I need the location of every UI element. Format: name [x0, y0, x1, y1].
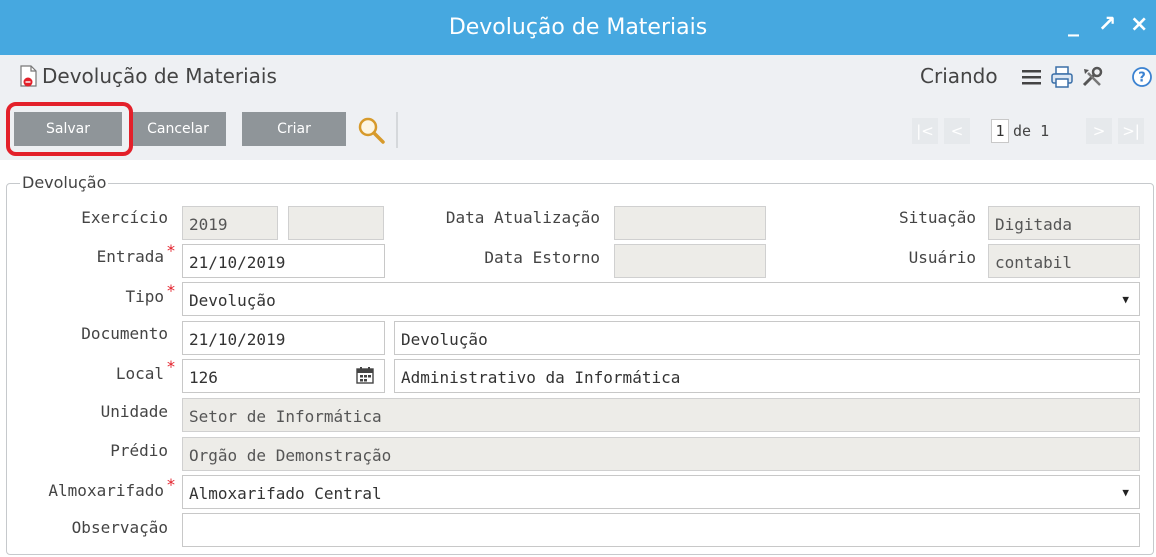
- svg-text:?: ?: [1138, 71, 1146, 86]
- tools-icon[interactable]: [1080, 65, 1104, 89]
- cancel-button[interactable]: Cancelar: [130, 112, 226, 146]
- form-header: Devolução de Materiais Criando ?: [0, 55, 1156, 100]
- data-atualizacao-field: [614, 206, 766, 240]
- first-page-button[interactable]: |<: [912, 118, 938, 144]
- search-icon[interactable]: [356, 115, 386, 145]
- page-number-input[interactable]: 1: [991, 119, 1009, 143]
- toolbar: Salvar Cancelar Criar: [0, 100, 1156, 160]
- situacao-field: Digitada: [988, 206, 1140, 240]
- documento-date-field[interactable]: 21/10/2019: [182, 321, 385, 355]
- documento-desc-field[interactable]: Devolução: [394, 321, 1140, 355]
- next-page-button[interactable]: >: [1086, 118, 1112, 144]
- almoxarifado-select[interactable]: Almoxarifado Central: [182, 475, 1140, 509]
- unidade-field: Setor de Informática: [182, 398, 1140, 432]
- observacao-field[interactable]: [182, 513, 1140, 547]
- last-page-button[interactable]: >|: [1118, 118, 1144, 144]
- exercicio-extra-field: [288, 206, 384, 240]
- minimize-icon[interactable]: _: [1068, 12, 1079, 37]
- observacao-label: Observação: [71, 518, 168, 537]
- documento-label: Documento: [81, 324, 168, 343]
- situacao-label: Situação: [898, 208, 976, 227]
- calendar-icon[interactable]: [356, 366, 374, 384]
- prev-page-button[interactable]: <: [944, 118, 970, 144]
- maximize-icon[interactable]: ↗: [1098, 12, 1116, 37]
- print-icon[interactable]: [1050, 65, 1074, 89]
- data-estorno-field: [614, 244, 766, 278]
- tipo-label: Tipo: [125, 287, 164, 306]
- required-asterisk: *: [167, 281, 175, 300]
- required-asterisk: *: [167, 357, 175, 376]
- predio-label: Prédio: [110, 441, 168, 460]
- data-estorno-label: Data Estorno: [484, 248, 600, 267]
- create-button[interactable]: Criar: [242, 112, 346, 146]
- usuario-field: contabil: [988, 244, 1140, 278]
- page-total-text: de 1: [1013, 122, 1050, 140]
- document-icon: [20, 65, 37, 87]
- toolbar-separator: [396, 112, 398, 148]
- help-icon[interactable]: ?: [1132, 67, 1152, 87]
- entrada-field[interactable]: 21/10/2019: [182, 244, 385, 278]
- status-text: Criando: [920, 64, 998, 88]
- save-button-highlight: [6, 102, 133, 156]
- predio-field: Orgão de Demonstração: [182, 437, 1140, 471]
- close-icon[interactable]: ×: [1130, 12, 1148, 37]
- required-asterisk: *: [167, 241, 175, 260]
- almoxarifado-label: Almoxarifado: [48, 481, 164, 500]
- tipo-select[interactable]: Devolução: [182, 282, 1140, 316]
- usuario-label: Usuário: [908, 248, 976, 267]
- window-titlebar: Devolução de Materiais _ ↗ ×: [0, 0, 1156, 55]
- page-title: Devolução de Materiais: [42, 64, 277, 88]
- required-asterisk: *: [167, 475, 175, 494]
- local-label: Local: [115, 364, 164, 383]
- menu-icon[interactable]: [1020, 65, 1044, 89]
- data-atualizacao-label: Data Atualização: [445, 208, 600, 227]
- local-code-field[interactable]: 126: [182, 359, 385, 393]
- local-desc-field[interactable]: Administrativo da Informática: [394, 359, 1140, 393]
- exercicio-field: 2019: [182, 206, 278, 240]
- unidade-label: Unidade: [100, 402, 168, 421]
- entrada-label: Entrada: [96, 247, 164, 266]
- exercicio-label: Exercício: [81, 208, 168, 227]
- window-title: Devolução de Materiais: [448, 15, 708, 40]
- fieldset-legend: Devolução: [20, 173, 109, 192]
